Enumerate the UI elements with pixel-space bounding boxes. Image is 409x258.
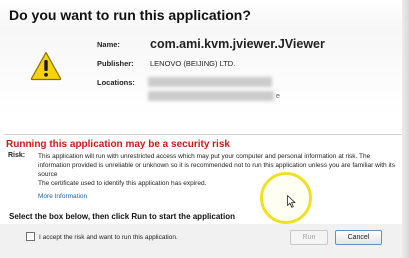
- dialog-header: Do you want to run this application?: [0, 0, 409, 30]
- mouse-cursor-icon: [287, 195, 296, 208]
- divider: [4, 134, 405, 135]
- instruction-text: Select the box below, then click Run to …: [9, 212, 235, 221]
- security-warning-dialog: Do you want to run this application? Nam…: [0, 0, 409, 258]
- cursor-highlight-ring: [260, 172, 312, 224]
- risk-description: This application will run with unrestric…: [38, 153, 395, 179]
- risk-label: Risk:: [8, 152, 26, 159]
- more-information-link[interactable]: More Information: [38, 193, 87, 200]
- name-label: Name:: [97, 40, 120, 49]
- risk-heading: Running this application may be a securi…: [6, 139, 230, 150]
- name-value: com.ami.kvm.jviewer.JViewer: [150, 37, 325, 51]
- cancel-button[interactable]: Cancel: [335, 230, 382, 245]
- dialog-title: Do you want to run this application?: [9, 7, 251, 23]
- locations-label: Locations:: [97, 78, 135, 87]
- window-edge: [402, 0, 409, 258]
- publisher-value: LENOVO (BEIJING) LTD.: [150, 59, 236, 68]
- accept-risk-label[interactable]: I accept the risk and want to run this a…: [39, 234, 178, 241]
- locations-tail: e: [276, 93, 280, 100]
- run-button[interactable]: Run: [290, 230, 328, 245]
- redacted-location-2: [148, 91, 274, 101]
- certificate-expired-text: The certificate used to identify this ap…: [38, 180, 207, 187]
- publisher-label: Publisher:: [97, 59, 134, 68]
- warning-icon: [30, 51, 62, 81]
- redacted-location-1: [148, 77, 272, 87]
- accept-risk-checkbox[interactable]: [26, 232, 35, 241]
